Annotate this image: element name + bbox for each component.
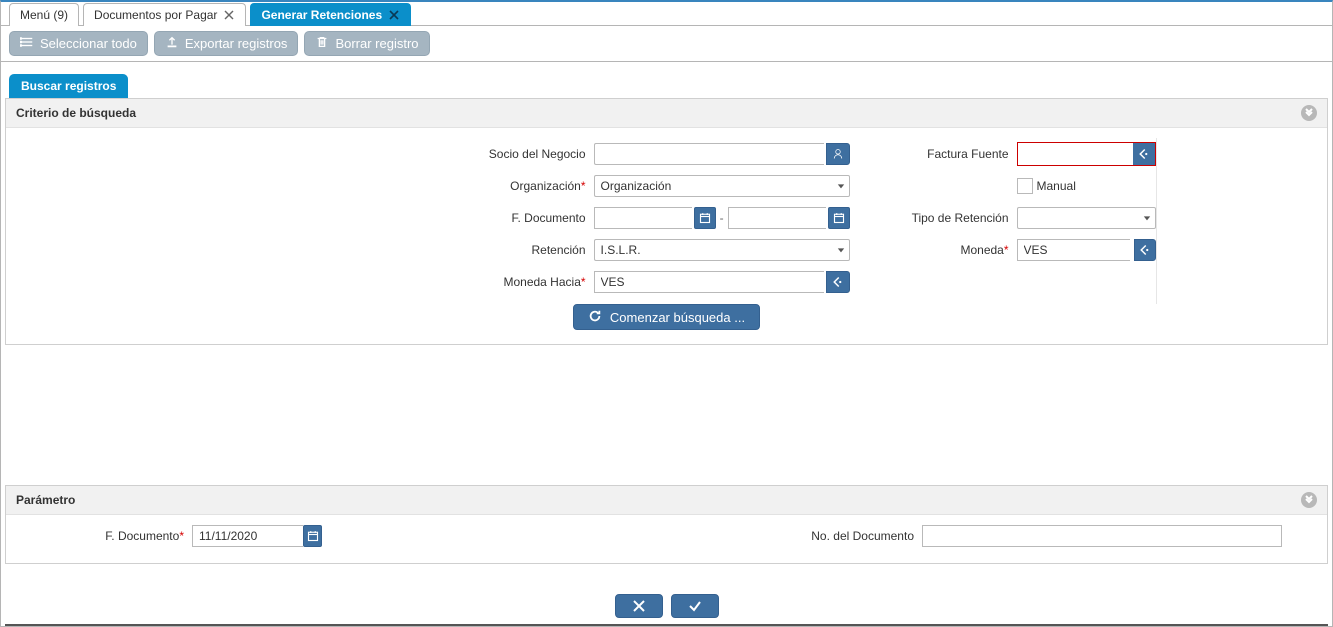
tab-label: Documentos por Pagar xyxy=(94,8,217,22)
tipo-retencion-select[interactable] xyxy=(1017,207,1140,229)
select-all-button[interactable]: Seleccionar todo xyxy=(9,31,148,56)
tab-label: Buscar registros xyxy=(21,79,116,93)
button-label: Borrar registro xyxy=(335,36,418,51)
export-button[interactable]: Exportar registros xyxy=(154,31,299,56)
subtab-bar: Buscar registros xyxy=(1,62,1332,98)
close-icon[interactable] xyxy=(388,9,400,21)
panel-body: F. Documento* No. del Documento xyxy=(6,515,1327,563)
tab-buscar-registros[interactable]: Buscar registros xyxy=(9,74,128,98)
tab-menu[interactable]: Menú (9) xyxy=(9,3,79,26)
collapse-icon[interactable] xyxy=(1301,105,1317,121)
user-lookup-icon[interactable] xyxy=(826,143,849,165)
label-factura: Factura Fuente xyxy=(850,147,1017,161)
chevron-down-icon[interactable] xyxy=(1140,207,1156,229)
lookup-icon[interactable] xyxy=(1134,239,1155,261)
results-area xyxy=(1,345,1332,485)
manual-checkbox[interactable] xyxy=(1017,178,1033,194)
calendar-icon[interactable] xyxy=(694,207,716,229)
list-icon xyxy=(20,35,34,52)
button-label: Comenzar búsqueda ... xyxy=(610,310,745,325)
tab-generar-retenciones[interactable]: Generar Retenciones xyxy=(250,3,411,26)
fdoc-to-input[interactable] xyxy=(728,207,826,229)
action-bar xyxy=(5,564,1328,626)
trash-icon xyxy=(315,35,329,52)
confirm-button[interactable] xyxy=(671,594,719,618)
close-icon xyxy=(631,598,647,614)
close-icon[interactable] xyxy=(223,9,235,21)
param-panel: Parámetro F. Documento* No. del Document… xyxy=(5,485,1328,564)
lookup-icon[interactable] xyxy=(1133,143,1155,165)
label-socio: Socio del Negocio xyxy=(177,147,594,161)
chevron-down-icon[interactable] xyxy=(833,175,850,197)
panel-header: Criterio de búsqueda xyxy=(6,99,1327,128)
label-param-fdoc: F. Documento* xyxy=(6,529,192,543)
calendar-icon[interactable] xyxy=(828,207,850,229)
label-organizacion: Organización* xyxy=(177,179,594,193)
retencion-select[interactable] xyxy=(594,239,833,261)
chevron-down-icon[interactable] xyxy=(833,239,850,261)
lookup-icon[interactable] xyxy=(826,271,849,293)
tab-label: Generar Retenciones xyxy=(261,8,382,22)
socio-input[interactable] xyxy=(594,143,825,165)
panel-header: Parámetro xyxy=(6,486,1327,515)
label-param-nodoc: No. del Documento xyxy=(802,529,922,543)
refresh-icon xyxy=(588,309,602,326)
checkbox-label: Manual xyxy=(1037,179,1076,193)
panel-body: Socio del Negocio Factura Fuente xyxy=(6,128,1327,344)
upload-icon xyxy=(165,35,179,52)
fdoc-from-input[interactable] xyxy=(594,207,692,229)
label-moneda-hacia: Moneda Hacia* xyxy=(177,275,594,289)
param-nodoc-input[interactable] xyxy=(922,525,1282,547)
tab-documentos-por-pagar[interactable]: Documentos por Pagar xyxy=(83,3,246,26)
panel-title: Parámetro xyxy=(16,493,75,507)
criteria-panel: Criterio de búsqueda Socio del Negocio F… xyxy=(5,98,1328,345)
label-fdocumento: F. Documento xyxy=(177,211,594,225)
param-fdoc-input[interactable] xyxy=(192,525,303,547)
tab-label: Menú (9) xyxy=(20,8,68,22)
collapse-icon[interactable] xyxy=(1301,492,1317,508)
panel-title: Criterio de búsqueda xyxy=(16,106,136,120)
moneda-input[interactable] xyxy=(1017,239,1131,261)
label-tipo-retencion: Tipo de Retención xyxy=(850,211,1017,225)
range-separator: - xyxy=(718,211,726,225)
window-tabbar: Menú (9) Documentos por Pagar Generar Re… xyxy=(1,2,1332,26)
organizacion-select[interactable] xyxy=(594,175,833,197)
label-moneda: Moneda* xyxy=(850,243,1017,257)
moneda-hacia-input[interactable] xyxy=(594,271,825,293)
calendar-icon[interactable] xyxy=(303,525,322,547)
check-icon xyxy=(687,598,703,614)
toolbar: Seleccionar todo Exportar registros Borr… xyxy=(1,26,1332,62)
start-search-button[interactable]: Comenzar búsqueda ... xyxy=(573,304,760,330)
label-retencion: Retención xyxy=(177,243,594,257)
button-label: Exportar registros xyxy=(185,36,288,51)
button-label: Seleccionar todo xyxy=(40,36,137,51)
cancel-button[interactable] xyxy=(615,594,663,618)
factura-field xyxy=(1017,142,1156,166)
factura-input[interactable] xyxy=(1018,143,1133,163)
delete-button[interactable]: Borrar registro xyxy=(304,31,429,56)
